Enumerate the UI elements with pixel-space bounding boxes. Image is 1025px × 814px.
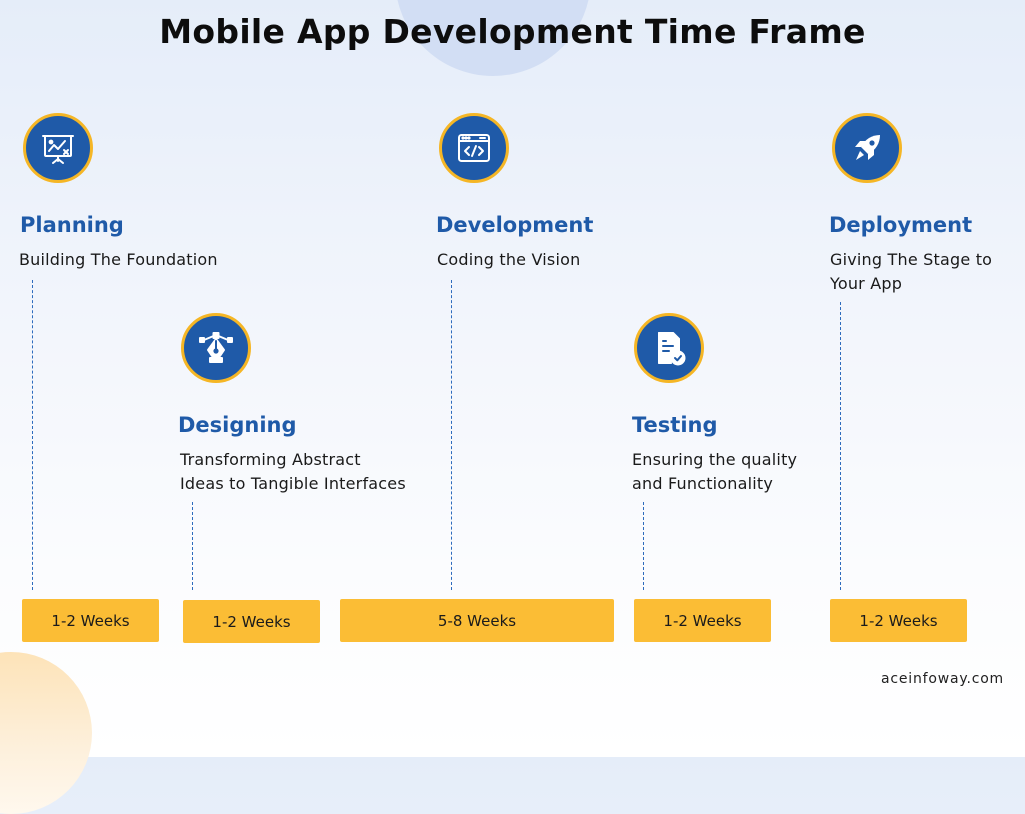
stage-description: Giving The Stage to Your App (830, 250, 993, 293)
duration-badge: 1-2 Weeks (22, 599, 159, 642)
stage-description: Ensuring the quality and Functionality (632, 450, 798, 493)
stage-title: Testing (632, 413, 718, 437)
duration-badge: 1-2 Weeks (634, 599, 771, 642)
timeline-connector (840, 302, 841, 590)
timeline-connector (643, 502, 644, 590)
code-window-icon (439, 113, 509, 183)
stage-description: Coding the Vision (437, 250, 581, 269)
presentation-board-icon (23, 113, 93, 183)
stage-title: Planning (20, 213, 124, 237)
stage-title: Deployment (829, 213, 973, 237)
website-credit: aceinfoway.com (880, 671, 1004, 687)
duration-badge: 5-8 Weeks (340, 599, 614, 642)
page-title: Mobile App Development Time Frame (159, 12, 866, 51)
pen-tool-icon (181, 313, 251, 383)
stage-description: Transforming Abstract Ideas to Tangible … (180, 450, 406, 493)
checked-document-icon (634, 313, 704, 383)
duration-badge: 1-2 Weeks (183, 600, 320, 643)
stage-title: Designing (178, 413, 297, 437)
timeline-connector (451, 280, 452, 590)
duration-badge: 1-2 Weeks (830, 599, 967, 642)
stage-title: Development (436, 213, 594, 237)
rocket-icon (832, 113, 902, 183)
decorative-circle-bottom (0, 652, 92, 814)
stage-description: Building The Foundation (19, 250, 218, 269)
timeline-connector (32, 280, 33, 590)
timeline-connector (192, 502, 193, 590)
